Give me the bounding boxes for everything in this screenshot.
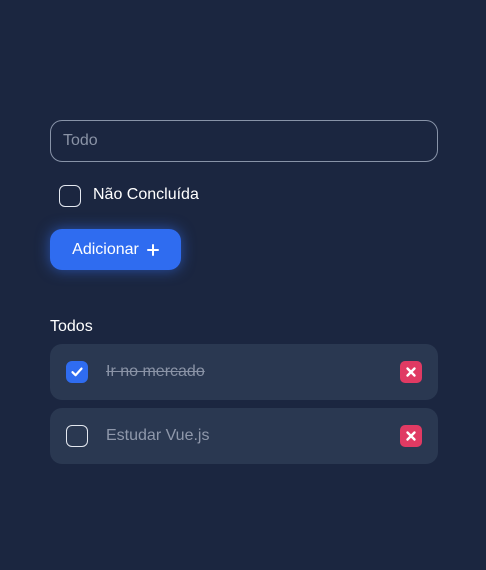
todo-text: Estudar Vue.js	[106, 427, 210, 444]
add-button-label: Adicionar	[72, 240, 139, 258]
check-icon	[71, 367, 83, 377]
plus-icon	[146, 243, 159, 256]
todo-input[interactable]	[50, 120, 438, 162]
todo-list: Ir no mercado Estudar Vue.js	[50, 344, 438, 464]
todo-item: Ir no mercado	[50, 344, 438, 400]
close-icon	[406, 431, 416, 441]
add-button[interactable]: Adicionar	[50, 229, 181, 270]
section-title: Todos	[50, 318, 93, 335]
delete-button[interactable]	[400, 361, 422, 383]
todo-checkbox[interactable]	[66, 361, 88, 383]
todo-app: Não Concluída Adicionar Todos Ir no merc…	[50, 120, 438, 472]
status-checkbox[interactable]	[59, 185, 81, 207]
todo-item: Estudar Vue.js	[50, 408, 438, 464]
todo-checkbox[interactable]	[66, 425, 88, 447]
todo-text: Ir no mercado	[106, 363, 205, 380]
status-label: Não Concluída	[93, 186, 199, 203]
close-icon	[406, 367, 416, 377]
status-row: Não Concluída	[59, 184, 438, 208]
delete-button[interactable]	[400, 425, 422, 447]
